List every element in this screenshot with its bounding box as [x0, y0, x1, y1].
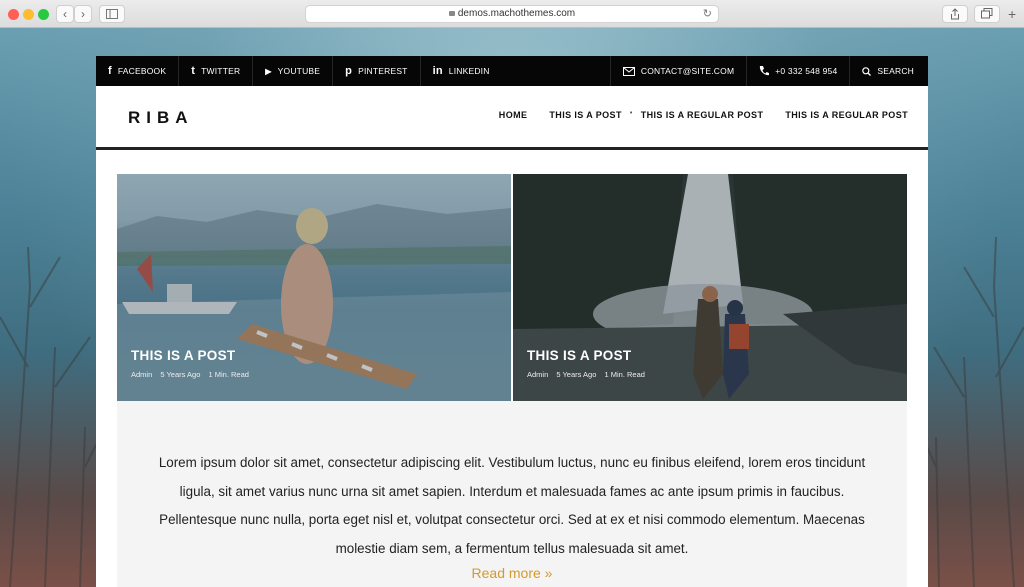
social-label: LINKEDIN [448, 66, 490, 76]
social-pinterest[interactable]: p PINTEREST [333, 56, 421, 86]
featured-posts: THIS IS A POST Admin 5 Years Ago 1 Min. … [117, 174, 907, 401]
post-title[interactable]: THIS IS A POST [131, 348, 235, 363]
sidebar-toggle-button[interactable] [99, 5, 125, 23]
contact-email[interactable]: CONTACT@SITE.COM [611, 56, 748, 86]
maximize-window-icon[interactable] [38, 9, 49, 20]
email-text: CONTACT@SITE.COM [640, 66, 735, 76]
phone-icon [760, 66, 770, 76]
social-label: YOUTUBE [277, 66, 321, 76]
post-author[interactable]: Admin [131, 370, 152, 379]
social-youtube[interactable]: ▶ YOUTUBE [253, 56, 334, 86]
tabs-icon [981, 8, 993, 19]
back-button[interactable]: ‹ [56, 5, 74, 23]
share-icon [951, 8, 959, 20]
post-age: 5 Years Ago [160, 370, 201, 379]
social-twitter[interactable]: t TWITTER [179, 56, 254, 86]
nav-item-home[interactable]: HOME [499, 110, 528, 120]
social-label: TWITTER [201, 66, 241, 76]
nav-item-regular-post-1[interactable]: THIS IS A REGULAR POST [641, 110, 764, 120]
contact-phone[interactable]: +0 332 548 954 [747, 56, 851, 86]
post-author[interactable]: Admin [527, 370, 548, 379]
minimize-window-icon[interactable] [23, 9, 34, 20]
social-label: PINTEREST [358, 66, 408, 76]
post-read-time: 1 Min. Read [208, 370, 249, 379]
search-icon [862, 66, 872, 76]
site-header: RIBA HOME THIS IS A POST • THIS IS A REG… [96, 86, 928, 150]
forward-button[interactable]: › [74, 5, 92, 23]
read-more-link[interactable]: Read more » [472, 565, 553, 581]
post-meta: Admin 5 Years Ago 1 Min. Read [527, 370, 651, 379]
social-label: FACEBOOK [117, 66, 167, 76]
nav-item-regular-post-2[interactable]: THIS IS A REGULAR POST [785, 110, 908, 120]
nav-item-post[interactable]: THIS IS A POST [549, 110, 621, 120]
excerpt-text: Lorem ipsum dolor sit amet, consectetur … [158, 455, 866, 556]
share-button[interactable] [942, 5, 968, 23]
address-bar[interactable]: demos.machothemes.com ↻ [305, 5, 719, 23]
pinterest-icon: p [345, 65, 353, 77]
reload-icon[interactable]: ↻ [703, 6, 712, 22]
top-bar: f FACEBOOK t TWITTER ▶ YOUTUBE p PINTERE… [96, 56, 928, 86]
image-overlay [117, 174, 511, 401]
site-container: f FACEBOOK t TWITTER ▶ YOUTUBE p PINTERE… [96, 56, 928, 587]
post-excerpt: Lorem ipsum dolor sit amet, consectetur … [117, 401, 907, 587]
post-title[interactable]: THIS IS A POST [527, 348, 631, 363]
featured-post[interactable]: THIS IS A POST Admin 5 Years Ago 1 Min. … [513, 174, 907, 401]
post-meta: Admin 5 Years Ago 1 Min. Read [131, 370, 255, 379]
url-text: demos.machothemes.com [457, 8, 576, 19]
sidebar-icon [106, 9, 118, 19]
phone-text: +0 332 548 954 [775, 66, 838, 76]
social-facebook[interactable]: f FACEBOOK [96, 56, 180, 86]
twitter-icon: t [191, 65, 196, 77]
social-linkedin[interactable]: in LINKEDIN [421, 56, 502, 86]
post-age: 5 Years Ago [556, 370, 597, 379]
featured-post[interactable]: THIS IS A POST Admin 5 Years Ago 1 Min. … [117, 174, 511, 401]
envelope-icon [622, 66, 635, 76]
facebook-icon: f [108, 65, 112, 77]
top-bar-spacer [502, 56, 611, 86]
dropdown-dot-icon: • [629, 110, 633, 117]
linkedin-icon: in [432, 65, 443, 77]
youtube-icon: ▶ [265, 66, 272, 76]
image-overlay [513, 174, 907, 401]
post-read-time: 1 Min. Read [604, 370, 645, 379]
new-tab-button[interactable]: + [1008, 6, 1016, 22]
site-logo[interactable]: RIBA [128, 108, 194, 128]
search-label: SEARCH [877, 66, 914, 76]
browser-toolbar: ‹ › demos.machothemes.com ↻ + [0, 0, 1024, 28]
main-navigation: HOME THIS IS A POST • THIS IS A REGULAR … [477, 110, 908, 120]
close-window-icon[interactable] [8, 9, 19, 20]
lock-icon [448, 11, 455, 16]
search-link[interactable]: SEARCH [850, 56, 928, 86]
tabs-button[interactable] [974, 5, 1000, 23]
